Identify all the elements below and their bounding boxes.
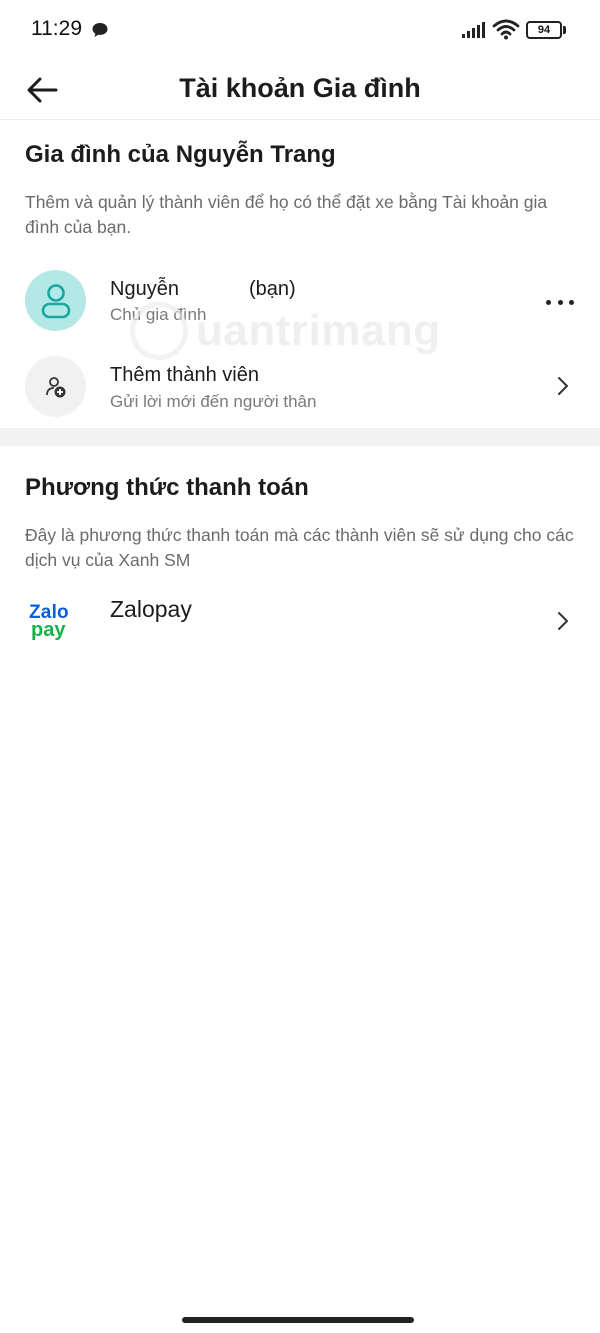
watermark-text: uantrimang	[196, 306, 441, 355]
app-header: Tài khoản Gia đình	[0, 60, 600, 120]
zalopay-logo: Zalo pay	[29, 603, 81, 641]
payment-section-title: Phương thức thanh toán	[25, 474, 309, 501]
section-divider	[0, 428, 600, 446]
status-bar: 11:29 94	[0, 0, 600, 60]
add-user-icon	[45, 376, 65, 397]
page-title: Tài khoản Gia đình	[179, 73, 421, 103]
owner-name-text: Nguyễn	[110, 278, 179, 300]
home-indicator[interactable]	[182, 1317, 414, 1323]
add-member-title: Thêm thành viên	[110, 364, 259, 386]
payment-section-description: Đây là phương thức thanh toán mà các thà…	[25, 525, 574, 570]
owner-you-tag: (bạn)	[248, 278, 296, 300]
more-options-button[interactable]	[546, 297, 574, 307]
battery-icon: 94	[526, 21, 566, 39]
chevron-right-icon	[558, 612, 568, 630]
owner-name: Nguyễn (bạn)	[110, 278, 296, 301]
avatar	[25, 270, 86, 331]
family-section-description: Thêm và quản lý thành viên để họ có thể …	[25, 192, 548, 237]
zalopay-logo-pay: pay	[31, 619, 66, 641]
family-section-title: Gia đình của Nguyễn Trang	[25, 141, 336, 168]
add-member-subtitle: Gửi lời mới đến người thân	[110, 392, 317, 411]
user-icon	[41, 283, 70, 318]
add-member-avatar	[25, 356, 86, 417]
chat-bubble-icon	[92, 23, 108, 37]
status-time: 11:29	[31, 17, 82, 40]
wifi-icon	[492, 19, 520, 40]
more-dots-icon	[546, 299, 551, 305]
battery-level: 94	[526, 21, 562, 39]
chevron-right-icon	[558, 377, 568, 395]
watermark-logo-icon	[130, 302, 188, 360]
signal-icon	[462, 22, 485, 38]
payment-method-name: Zalopay	[110, 596, 192, 622]
payment-method-row[interactable]: Zalopay	[0, 582, 600, 662]
watermark: uantrimang	[130, 300, 480, 360]
